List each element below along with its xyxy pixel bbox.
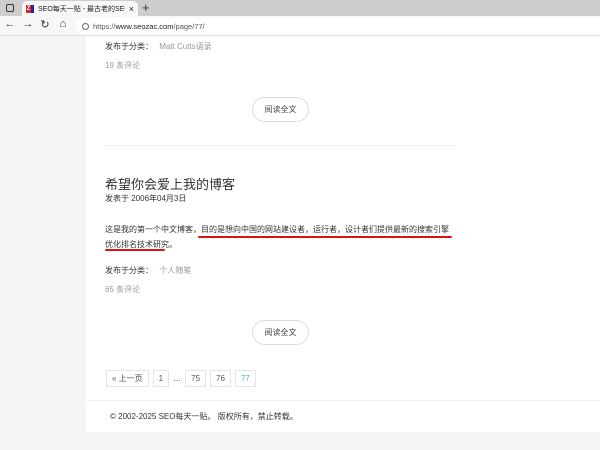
page-link[interactable]: 1: [152, 370, 170, 387]
post-category-row: 发布于分类： 个人随笔: [105, 265, 191, 276]
forward-icon[interactable]: →: [21, 18, 35, 30]
red-underline-annotation: [198, 236, 452, 238]
address-bar-row: ← → ↻ ⌂ https://www.seozac.com/page/77/: [0, 16, 600, 36]
new-tab-button[interactable]: +: [142, 0, 150, 15]
url-path: /page/77/: [173, 21, 205, 31]
comments-link[interactable]: 65 条评论: [105, 284, 140, 295]
category-label: 发布于分类：: [105, 42, 153, 51]
home-icon[interactable]: ⌂: [56, 18, 70, 30]
reload-icon[interactable]: ↻: [38, 18, 52, 31]
tab-title: SEO每天一贴 - 最古老的SEO优化: [38, 5, 125, 13]
excerpt-highlight-end: 化排名技术研究。: [113, 240, 177, 249]
prev-page-link[interactable]: « 上一页: [106, 370, 149, 387]
red-underline-annotation: [105, 249, 165, 251]
url-host: www.seozac.com: [115, 21, 174, 31]
close-tab-icon[interactable]: ×: [129, 4, 138, 14]
browser-tab[interactable]: Z SEO每天一贴 - 最古老的SEO优化 ×: [22, 1, 138, 16]
read-more-button[interactable]: 阅读全文: [252, 97, 309, 122]
divider: [105, 145, 455, 146]
category-link[interactable]: Matt Cutts语录: [159, 42, 211, 51]
pagination-ellipsis: …: [173, 374, 182, 383]
site-info-icon[interactable]: [82, 22, 89, 30]
back-icon[interactable]: ←: [3, 18, 17, 30]
footer-divider: [86, 400, 600, 401]
category-link[interactable]: 个人随笔: [159, 266, 191, 275]
pagination: « 上一页 1 … 75 76 77: [106, 370, 256, 387]
post-title[interactable]: 希望你会爱上我的博客: [105, 174, 235, 193]
favicon-icon: Z: [26, 4, 34, 13]
page-link[interactable]: 75: [185, 370, 207, 387]
page-link[interactable]: 76: [210, 370, 231, 387]
footer-copyright: © 2002-2025 SEO每天一贴。 版权所有，禁止转载。: [110, 412, 298, 421]
post-date: 发表于 2006年04月3日: [105, 194, 187, 203]
main-content: 发布于分类： Matt Cutts语录 19 条评论 阅读全文 希望你会爱上我的…: [86, 37, 600, 432]
read-more-button[interactable]: 阅读全文: [252, 320, 309, 345]
tab-bar: Z SEO每天一贴 - 最古老的SEO优化 × +: [0, 0, 600, 16]
comments-link[interactable]: 19 条评论: [105, 60, 140, 71]
tab-actions-icon[interactable]: [6, 4, 14, 12]
current-page: 77: [234, 370, 256, 387]
excerpt-text: 这是我的第一个中文博客，: [105, 225, 201, 234]
category-label: 发布于分类：: [105, 266, 153, 275]
post-category-row: 发布于分类： Matt Cutts语录: [105, 41, 212, 52]
url-prefix: https://: [93, 21, 116, 31]
url-input[interactable]: https://www.seozac.com/page/77/: [76, 18, 600, 34]
